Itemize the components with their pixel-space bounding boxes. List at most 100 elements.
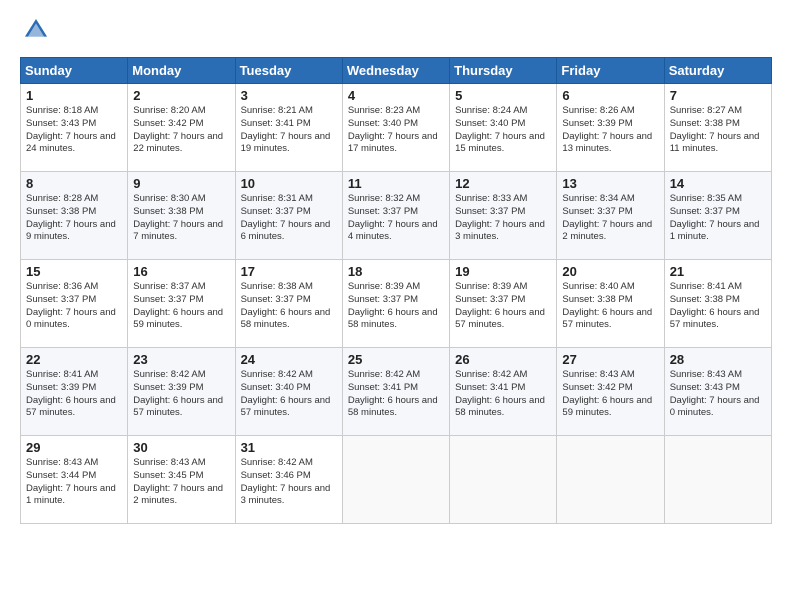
day-number: 11	[348, 176, 444, 191]
calendar-cell	[664, 436, 771, 524]
day-number: 23	[133, 352, 229, 367]
cell-info: Sunrise: 8:42 AMSunset: 3:41 PMDaylight:…	[348, 369, 438, 418]
day-number: 22	[26, 352, 122, 367]
calendar-cell: 14 Sunrise: 8:35 AMSunset: 3:37 PMDayligh…	[664, 172, 771, 260]
day-number: 28	[670, 352, 766, 367]
calendar-cell: 19 Sunrise: 8:39 AMSunset: 3:37 PMDayligh…	[450, 260, 557, 348]
calendar-cell: 1 Sunrise: 8:18 AMSunset: 3:43 PMDaylight…	[21, 84, 128, 172]
calendar-cell: 18 Sunrise: 8:39 AMSunset: 3:37 PMDayligh…	[342, 260, 449, 348]
calendar-cell: 13 Sunrise: 8:34 AMSunset: 3:37 PMDayligh…	[557, 172, 664, 260]
calendar-cell: 30 Sunrise: 8:43 AMSunset: 3:45 PMDayligh…	[128, 436, 235, 524]
logo-icon	[22, 16, 50, 44]
cell-info: Sunrise: 8:39 AMSunset: 3:37 PMDaylight:…	[455, 281, 545, 330]
cell-info: Sunrise: 8:30 AMSunset: 3:38 PMDaylight:…	[133, 193, 223, 242]
logo	[20, 16, 50, 49]
cell-info: Sunrise: 8:20 AMSunset: 3:42 PMDaylight:…	[133, 105, 223, 154]
day-number: 9	[133, 176, 229, 191]
day-number: 8	[26, 176, 122, 191]
day-number: 17	[241, 264, 337, 279]
cell-info: Sunrise: 8:32 AMSunset: 3:37 PMDaylight:…	[348, 193, 438, 242]
cell-info: Sunrise: 8:33 AMSunset: 3:37 PMDaylight:…	[455, 193, 545, 242]
calendar-table: SundayMondayTuesdayWednesdayThursdayFrid…	[20, 57, 772, 524]
calendar-cell: 11 Sunrise: 8:32 AMSunset: 3:37 PMDayligh…	[342, 172, 449, 260]
calendar-cell: 16 Sunrise: 8:37 AMSunset: 3:37 PMDayligh…	[128, 260, 235, 348]
cell-info: Sunrise: 8:26 AMSunset: 3:39 PMDaylight:…	[562, 105, 652, 154]
calendar-cell: 5 Sunrise: 8:24 AMSunset: 3:40 PMDaylight…	[450, 84, 557, 172]
cell-info: Sunrise: 8:27 AMSunset: 3:38 PMDaylight:…	[670, 105, 760, 154]
day-number: 13	[562, 176, 658, 191]
header-row: SundayMondayTuesdayWednesdayThursdayFrid…	[21, 58, 772, 84]
cell-info: Sunrise: 8:23 AMSunset: 3:40 PMDaylight:…	[348, 105, 438, 154]
day-number: 29	[26, 440, 122, 455]
col-header-thursday: Thursday	[450, 58, 557, 84]
calendar-cell: 26Sunrise: 8:42 AMSunset: 3:41 PMDayligh…	[450, 348, 557, 436]
cell-info: Sunrise: 8:41 AMSunset: 3:38 PMDaylight:…	[670, 281, 760, 330]
cell-info: Sunrise: 8:41 AMSunset: 3:39 PMDaylight:…	[26, 369, 116, 418]
cell-info: Sunrise: 8:43 AMSunset: 3:43 PMDaylight:…	[670, 369, 760, 418]
calendar-cell	[557, 436, 664, 524]
day-number: 1	[26, 88, 122, 103]
calendar-cell: 24 Sunrise: 8:42 AMSunset: 3:40 PMDayligh…	[235, 348, 342, 436]
calendar-cell: 31 Sunrise: 8:42 AMSunset: 3:46 PMDayligh…	[235, 436, 342, 524]
col-header-saturday: Saturday	[664, 58, 771, 84]
cell-info: Sunrise: 8:31 AMSunset: 3:37 PMDaylight:…	[241, 193, 331, 242]
calendar-cell: 3 Sunrise: 8:21 AMSunset: 3:41 PMDaylight…	[235, 84, 342, 172]
day-number: 4	[348, 88, 444, 103]
week-row-1: 1 Sunrise: 8:18 AMSunset: 3:43 PMDaylight…	[21, 84, 772, 172]
cell-info: Sunrise: 8:37 AMSunset: 3:37 PMDaylight:…	[133, 281, 223, 330]
calendar-cell: 22 Sunrise: 8:41 AMSunset: 3:39 PMDayligh…	[21, 348, 128, 436]
day-number: 12	[455, 176, 551, 191]
day-number: 27	[562, 352, 658, 367]
col-header-sunday: Sunday	[21, 58, 128, 84]
week-row-4: 22 Sunrise: 8:41 AMSunset: 3:39 PMDayligh…	[21, 348, 772, 436]
week-row-5: 29Sunrise: 8:43 AMSunset: 3:44 PMDayligh…	[21, 436, 772, 524]
day-number: 6	[562, 88, 658, 103]
calendar-cell: 23 Sunrise: 8:42 AMSunset: 3:39 PMDayligh…	[128, 348, 235, 436]
cell-info: Sunrise: 8:40 AMSunset: 3:38 PMDaylight:…	[562, 281, 652, 330]
col-header-wednesday: Wednesday	[342, 58, 449, 84]
cell-info: Sunrise: 8:38 AMSunset: 3:37 PMDaylight:…	[241, 281, 331, 330]
col-header-friday: Friday	[557, 58, 664, 84]
day-number: 30	[133, 440, 229, 455]
day-number: 20	[562, 264, 658, 279]
cell-info: Sunrise: 8:34 AMSunset: 3:37 PMDaylight:…	[562, 193, 652, 242]
page: SundayMondayTuesdayWednesdayThursdayFrid…	[0, 0, 792, 612]
day-number: 21	[670, 264, 766, 279]
cell-info: Sunrise: 8:42 AMSunset: 3:39 PMDaylight:…	[133, 369, 223, 418]
col-header-tuesday: Tuesday	[235, 58, 342, 84]
cell-info: Sunrise: 8:42 AMSunset: 3:46 PMDaylight:…	[241, 457, 331, 506]
calendar-cell: 27Sunrise: 8:43 AMSunset: 3:42 PMDayligh…	[557, 348, 664, 436]
calendar-cell: 28 Sunrise: 8:43 AMSunset: 3:43 PMDayligh…	[664, 348, 771, 436]
calendar-cell: 15Sunrise: 8:36 AMSunset: 3:37 PMDayligh…	[21, 260, 128, 348]
day-number: 15	[26, 264, 122, 279]
day-number: 26	[455, 352, 551, 367]
week-row-3: 15Sunrise: 8:36 AMSunset: 3:37 PMDayligh…	[21, 260, 772, 348]
cell-info: Sunrise: 8:39 AMSunset: 3:37 PMDaylight:…	[348, 281, 438, 330]
day-number: 25	[348, 352, 444, 367]
calendar-cell	[450, 436, 557, 524]
cell-info: Sunrise: 8:43 AMSunset: 3:45 PMDaylight:…	[133, 457, 223, 506]
cell-info: Sunrise: 8:42 AMSunset: 3:40 PMDaylight:…	[241, 369, 331, 418]
cell-info: Sunrise: 8:18 AMSunset: 3:43 PMDaylight:…	[26, 105, 116, 154]
cell-info: Sunrise: 8:21 AMSunset: 3:41 PMDaylight:…	[241, 105, 331, 154]
calendar-cell: 29Sunrise: 8:43 AMSunset: 3:44 PMDayligh…	[21, 436, 128, 524]
day-number: 2	[133, 88, 229, 103]
week-row-2: 8 Sunrise: 8:28 AMSunset: 3:38 PMDaylight…	[21, 172, 772, 260]
cell-info: Sunrise: 8:24 AMSunset: 3:40 PMDaylight:…	[455, 105, 545, 154]
day-number: 5	[455, 88, 551, 103]
day-number: 31	[241, 440, 337, 455]
day-number: 14	[670, 176, 766, 191]
calendar-cell: 8 Sunrise: 8:28 AMSunset: 3:38 PMDaylight…	[21, 172, 128, 260]
day-number: 19	[455, 264, 551, 279]
calendar-cell: 25 Sunrise: 8:42 AMSunset: 3:41 PMDayligh…	[342, 348, 449, 436]
day-number: 10	[241, 176, 337, 191]
cell-info: Sunrise: 8:35 AMSunset: 3:37 PMDaylight:…	[670, 193, 760, 242]
calendar-cell: 9 Sunrise: 8:30 AMSunset: 3:38 PMDaylight…	[128, 172, 235, 260]
day-number: 18	[348, 264, 444, 279]
day-number: 16	[133, 264, 229, 279]
day-number: 24	[241, 352, 337, 367]
calendar-cell: 4 Sunrise: 8:23 AMSunset: 3:40 PMDaylight…	[342, 84, 449, 172]
calendar-cell: 10 Sunrise: 8:31 AMSunset: 3:37 PMDayligh…	[235, 172, 342, 260]
day-number: 3	[241, 88, 337, 103]
cell-info: Sunrise: 8:28 AMSunset: 3:38 PMDaylight:…	[26, 193, 116, 242]
